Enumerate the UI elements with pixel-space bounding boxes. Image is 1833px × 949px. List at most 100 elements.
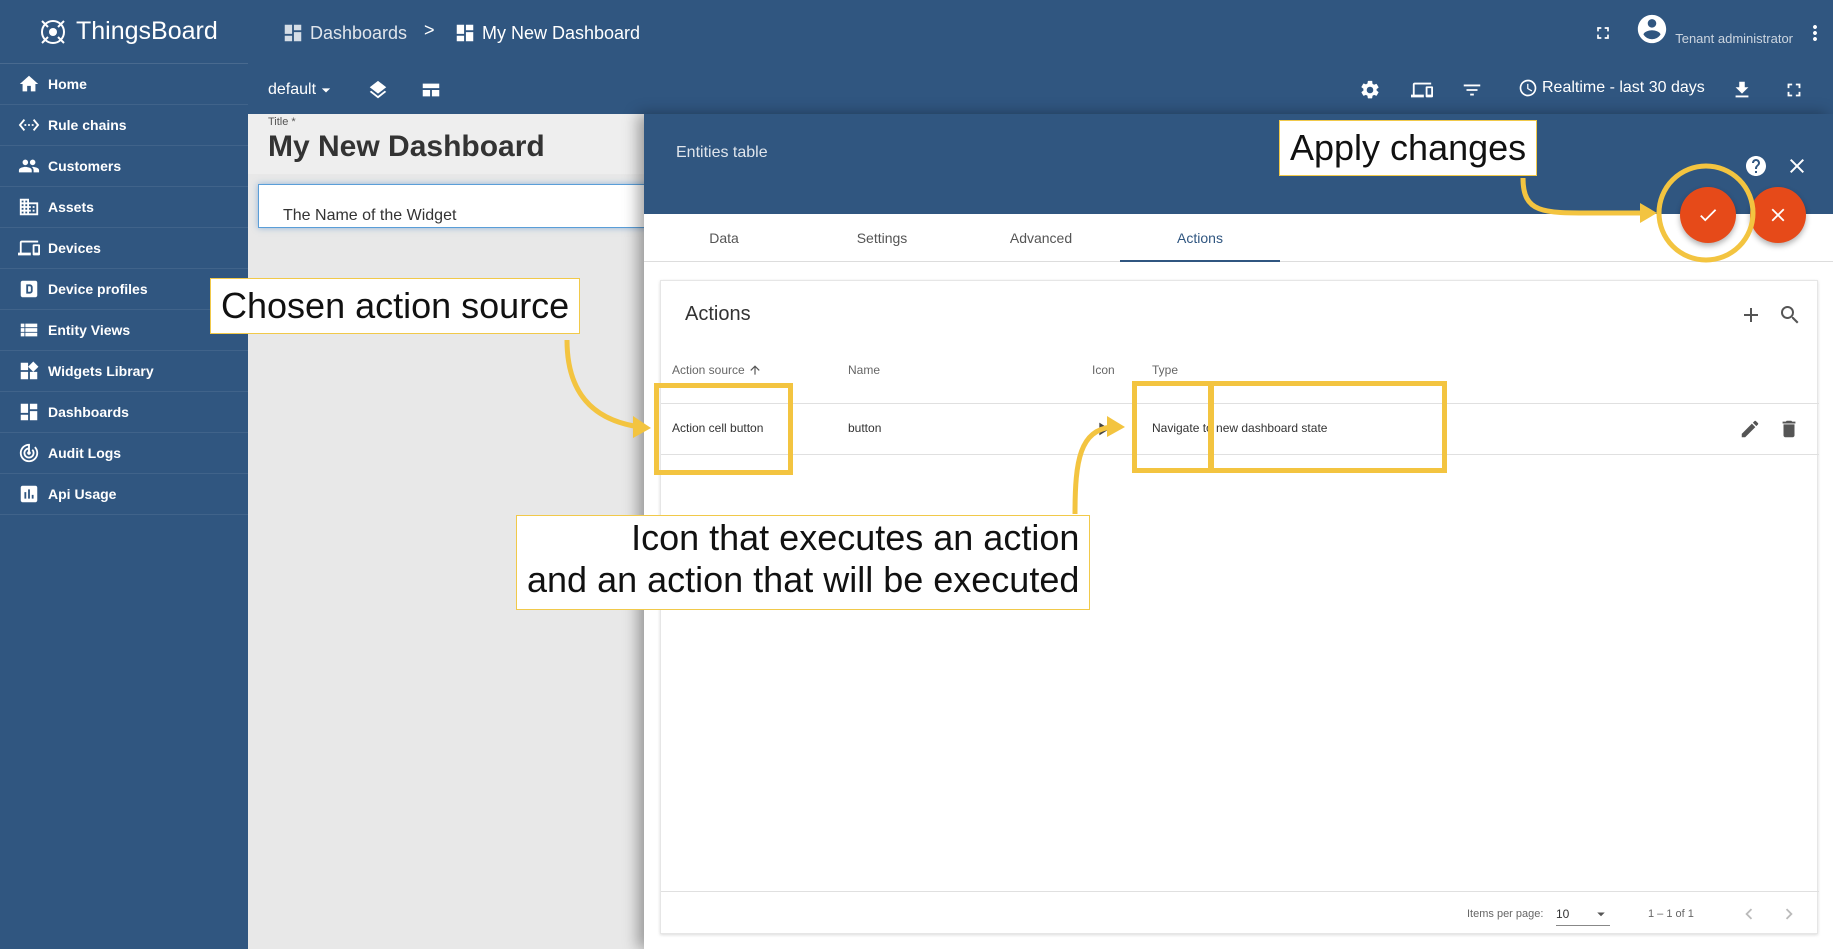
user-name[interactable]: Tenant administrator — [1675, 31, 1793, 46]
cancel-button[interactable] — [1750, 187, 1806, 243]
cell-name: button — [848, 421, 882, 435]
play-arrow-icon — [1099, 422, 1110, 436]
actions-title: Actions — [685, 303, 751, 325]
account-circle-icon[interactable] — [1635, 12, 1669, 46]
panel-header: Entities table — [644, 114, 1833, 243]
list-view-icon — [20, 323, 38, 337]
sidebar-item-devices[interactable]: Devices — [0, 228, 248, 269]
apply-button[interactable] — [1680, 187, 1736, 243]
layers-icon — [369, 80, 387, 99]
widget[interactable]: The Name of the Widget — [258, 184, 658, 228]
sidebar-item-assets[interactable]: Assets — [0, 187, 248, 228]
device-profile-icon — [20, 280, 38, 298]
sidebar-item-label: Entity Views — [48, 322, 131, 338]
layout-button[interactable] — [419, 78, 443, 102]
gear-icon — [1361, 80, 1379, 99]
column-header-type[interactable]: Type — [1152, 363, 1178, 377]
highlight-action-source — [654, 383, 793, 475]
home-icon — [19, 75, 39, 92]
edit-icon[interactable] — [1739, 418, 1761, 440]
tab-settings[interactable]: Settings — [802, 214, 962, 262]
sidebar-item-label: Dashboards — [48, 404, 129, 420]
panel-title: Entities table — [676, 144, 768, 161]
sidebar-item-label: Home — [48, 76, 87, 92]
sort-arrow-up-icon — [750, 365, 760, 375]
highlight-type — [1208, 381, 1447, 473]
sidebar-item-api-usage[interactable]: Api Usage — [0, 474, 248, 515]
tab-advanced[interactable]: Advanced — [961, 214, 1121, 262]
sidebar-item-label: Widgets Library — [48, 363, 154, 379]
check-icon — [1700, 209, 1717, 222]
search-icon[interactable] — [1778, 303, 1802, 327]
breadcrumb-current: My New Dashboard — [454, 22, 640, 44]
callout-icon-action: Icon that executes an action and an acti… — [516, 515, 1091, 610]
arrow-drop-down-icon — [321, 88, 331, 93]
logo[interactable]: ThingsBoard — [0, 0, 248, 64]
people-icon — [18, 159, 40, 173]
column-header-icon[interactable]: Icon — [1092, 363, 1115, 377]
sidebar-item-customers[interactable]: Customers — [0, 146, 248, 187]
layers-button[interactable] — [366, 78, 390, 102]
items-per-page-select[interactable]: 10 — [1556, 902, 1610, 926]
app-name: ThingsBoard — [76, 17, 218, 45]
track-changes-icon — [19, 443, 39, 463]
chevron-left-icon[interactable] — [1738, 903, 1760, 925]
layout-select[interactable]: default — [268, 80, 336, 100]
callout-text: Apply changes — [1290, 127, 1527, 168]
timewindow-button[interactable]: Realtime - last 30 days — [1518, 78, 1705, 98]
page-range: 1 – 1 of 1 — [1648, 908, 1694, 920]
callout-text-line2: and an action that will be executed — [527, 559, 1080, 600]
tab-actions[interactable]: Actions — [1120, 214, 1280, 262]
chart-icon — [20, 485, 38, 503]
sidebar-item-audit-logs[interactable]: Audit Logs — [0, 433, 248, 474]
top-right-controls: Tenant administrator — [1593, 12, 1833, 46]
title-label: Title * — [268, 116, 296, 128]
callout-action-source: Chosen action source — [210, 278, 581, 334]
callout-apply-changes: Apply changes — [1279, 120, 1538, 176]
delete-icon[interactable] — [1778, 418, 1800, 440]
sidebar-item-label: Api Usage — [48, 486, 117, 502]
fullscreen-button[interactable] — [1782, 78, 1806, 102]
close-icon[interactable] — [1785, 154, 1809, 178]
settings-button[interactable] — [1358, 78, 1382, 102]
dashboard-icon — [20, 403, 38, 421]
chevron-right-icon[interactable] — [1778, 903, 1800, 925]
breadcrumb-dashboards[interactable]: Dashboards — [282, 22, 407, 44]
callout-text: Chosen action source — [221, 285, 570, 326]
tab-data[interactable]: Data — [644, 214, 804, 262]
sidebar-item-label: Audit Logs — [48, 445, 122, 461]
more-vert-icon[interactable] — [1803, 21, 1827, 45]
column-header-source[interactable]: Action source — [672, 363, 762, 377]
export-button[interactable] — [1730, 78, 1754, 102]
breadcrumb-label: Dashboards — [310, 22, 408, 43]
sidebar-item-label: Devices — [48, 240, 101, 256]
column-header-label: Action source — [672, 363, 745, 377]
dashboard-title[interactable]: My New Dashboard — [268, 130, 668, 164]
add-icon[interactable] — [1739, 303, 1763, 327]
widgets-icon — [20, 361, 39, 380]
sidebar: ThingsBoard Home Rule chains Customers Asse… — [0, 0, 248, 949]
arrow-drop-down-icon — [1597, 912, 1605, 916]
dashboard-icon — [456, 24, 474, 42]
items-per-page-value: 10 — [1556, 906, 1570, 921]
sidebar-item-widgets-library[interactable]: Widgets Library — [0, 351, 248, 392]
layout-select-value: default — [268, 81, 317, 98]
help-icon[interactable] — [1744, 154, 1768, 178]
fullscreen-icon — [1787, 83, 1801, 97]
filter-button[interactable] — [1460, 78, 1484, 102]
highlight-icon — [1132, 381, 1214, 473]
breadcrumb-separator: > — [424, 20, 435, 40]
breadcrumb-label: My New Dashboard — [482, 22, 641, 43]
clock-icon — [1519, 79, 1537, 97]
sidebar-item-home[interactable]: Home — [0, 64, 248, 105]
sidebar-item-dashboards[interactable]: Dashboards — [0, 392, 248, 433]
fullscreen-icon[interactable] — [1593, 23, 1613, 43]
sidebar-item-rule-chains[interactable]: Rule chains — [0, 105, 248, 146]
dashboard-icon — [284, 24, 302, 42]
sidebar-item-label: Customers — [48, 158, 122, 174]
sidebar-item-label: Device profiles — [48, 281, 148, 297]
devices-toggle-button[interactable] — [1410, 78, 1434, 102]
column-header-name[interactable]: Name — [848, 363, 880, 377]
filter-icon — [1463, 84, 1481, 96]
download-icon — [1735, 81, 1749, 98]
